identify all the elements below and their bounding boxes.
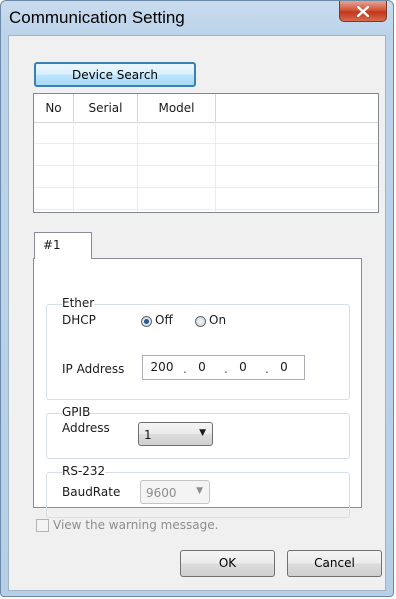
ok-button[interactable]: OK bbox=[180, 550, 275, 577]
cancel-button[interactable]: Cancel bbox=[287, 550, 382, 577]
gpib-group-label: GPIB bbox=[62, 405, 91, 419]
ip-address-label: IP Address bbox=[62, 362, 125, 376]
window-title: Communication Setting bbox=[9, 8, 185, 27]
title-bar[interactable]: Communication Setting bbox=[1, 1, 393, 35]
dhcp-off-radio[interactable] bbox=[141, 316, 152, 327]
tab-1[interactable]: #1 bbox=[34, 232, 92, 259]
baudrate-select[interactable]: 9600 ▼ bbox=[140, 480, 210, 504]
ip-octet-1[interactable]: 200 bbox=[147, 360, 177, 374]
chevron-down-icon: ▼ bbox=[199, 428, 206, 438]
dhcp-on-radio[interactable] bbox=[195, 316, 206, 327]
gpib-address-label: Address bbox=[62, 421, 110, 435]
baudrate-value: 9600 bbox=[146, 486, 177, 500]
gpib-address-select[interactable]: 1 ▼ bbox=[138, 422, 213, 446]
dhcp-label: DHCP bbox=[62, 313, 96, 327]
table-row bbox=[34, 166, 378, 188]
gpib-address-value: 1 bbox=[144, 428, 152, 442]
rs232-group-label: RS-232 bbox=[62, 464, 106, 478]
table-row bbox=[34, 188, 378, 210]
device-table-header: No Serial Model bbox=[34, 94, 378, 123]
view-warning-checkbox[interactable] bbox=[36, 519, 49, 532]
close-button[interactable] bbox=[339, 1, 387, 22]
close-icon bbox=[357, 5, 369, 17]
column-header-serial[interactable]: Serial bbox=[74, 94, 138, 122]
dhcp-off-label[interactable]: Off bbox=[155, 313, 173, 327]
ether-group-label: Ether bbox=[62, 296, 95, 310]
table-row bbox=[34, 122, 378, 144]
communication-setting-window: Communication Setting Device Search No S… bbox=[0, 0, 394, 597]
table-row bbox=[34, 144, 378, 166]
ip-octet-4[interactable]: 0 bbox=[269, 360, 299, 374]
view-warning-label[interactable]: View the warning message. bbox=[53, 518, 218, 532]
device-table[interactable]: No Serial Model bbox=[33, 93, 379, 213]
ip-octet-3[interactable]: 0 bbox=[228, 360, 258, 374]
chevron-down-icon: ▼ bbox=[196, 486, 203, 496]
baudrate-label: BaudRate bbox=[62, 485, 121, 499]
column-header-no[interactable]: No bbox=[34, 94, 74, 122]
device-search-button[interactable]: Device Search bbox=[34, 62, 196, 87]
tab-panel: Ether DHCP Off On IP Address 200 . 0 . 0… bbox=[33, 258, 362, 518]
dhcp-on-label[interactable]: On bbox=[209, 313, 226, 327]
ip-octet-2[interactable]: 0 bbox=[187, 360, 217, 374]
dialog-client-area: Device Search No Serial Model #1 Ether D… bbox=[8, 35, 386, 591]
ip-address-field[interactable]: 200 . 0 . 0 . 0 bbox=[142, 355, 305, 380]
column-header-model[interactable]: Model bbox=[138, 94, 216, 122]
